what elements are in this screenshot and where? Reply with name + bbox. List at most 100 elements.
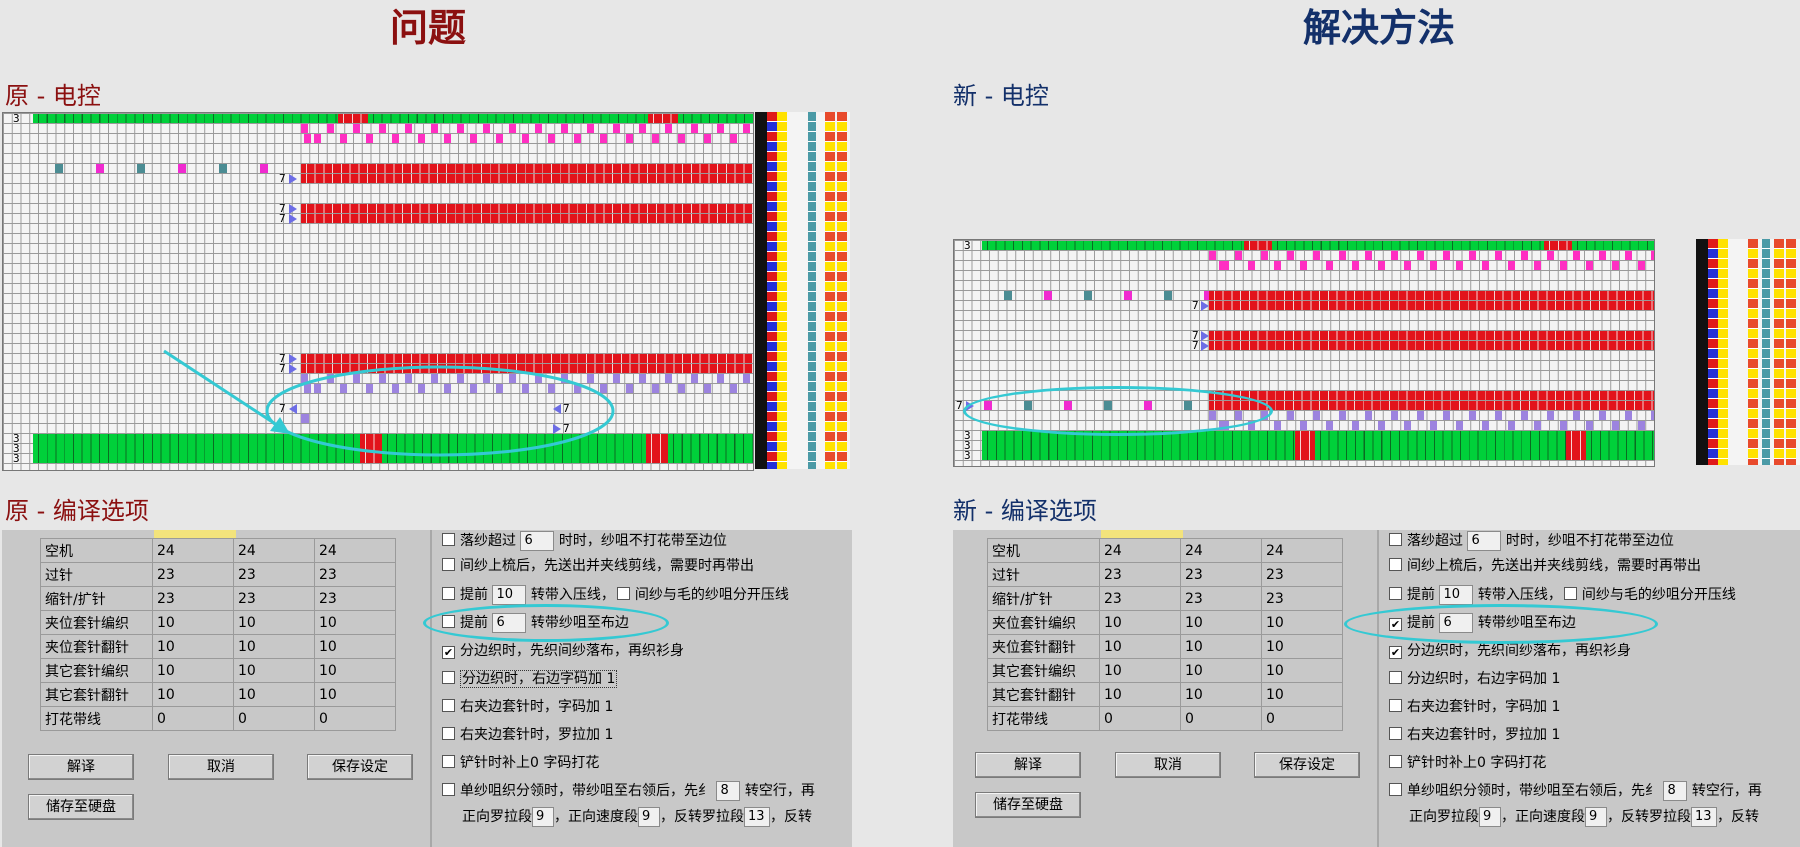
option-input[interactable]: 13 (744, 807, 770, 827)
row-number: 3 (964, 239, 971, 252)
save-settings-button[interactable]: 保存设定 (1254, 752, 1360, 778)
option-input[interactable]: 9 (638, 807, 660, 827)
option-input[interactable]: 9 (1479, 807, 1501, 827)
option-checkbox[interactable]: ✔ (1389, 646, 1402, 659)
option-input[interactable]: 9 (1585, 807, 1607, 827)
compile-button[interactable]: 解译 (975, 752, 1081, 778)
cell-value[interactable]: 23 (314, 562, 396, 587)
cell-value[interactable]: 23 (1261, 562, 1343, 587)
cell-value[interactable]: 10 (314, 682, 396, 707)
option-checkbox[interactable] (442, 558, 455, 571)
option-input[interactable]: 13 (1691, 807, 1717, 827)
cell-value[interactable]: 24 (1099, 538, 1181, 563)
cell-value[interactable]: 10 (1099, 658, 1181, 683)
row-label: 打花带线 (40, 706, 153, 731)
option-label: ，正向速度段 (554, 809, 638, 825)
option-checkbox[interactable] (1563, 587, 1577, 600)
option-input[interactable]: 8 (1663, 781, 1688, 801)
option-checkbox[interactable] (1389, 558, 1402, 571)
cell-value[interactable]: 24 (1261, 538, 1343, 563)
cell-value[interactable]: 24 (1180, 538, 1262, 563)
cell-value[interactable]: 0 (233, 706, 315, 731)
option-checkbox[interactable] (442, 671, 455, 684)
option-label: 正向罗拉段 (1409, 809, 1479, 825)
cell-value[interactable]: 0 (314, 706, 396, 731)
option-input[interactable]: 8 (716, 781, 741, 801)
cancel-button[interactable]: 取消 (1115, 752, 1221, 778)
cell-value[interactable]: 23 (314, 586, 396, 611)
cell-value[interactable]: 0 (1099, 706, 1181, 731)
cell-value[interactable]: 23 (233, 562, 315, 587)
cell-value[interactable]: 23 (152, 586, 234, 611)
option-checkbox[interactable] (1389, 755, 1402, 768)
cell-value[interactable]: 10 (1261, 658, 1343, 683)
option-input[interactable]: 9 (532, 807, 554, 827)
cell-value[interactable]: 0 (1261, 706, 1343, 731)
option-checkbox[interactable] (1389, 699, 1402, 712)
cell-value[interactable]: 0 (152, 706, 234, 731)
cell-value[interactable]: 10 (233, 634, 315, 659)
option-input[interactable]: 6 (1467, 531, 1502, 551)
cell-value[interactable]: 10 (1180, 658, 1262, 683)
cell-value[interactable]: 10 (314, 634, 396, 659)
cancel-button[interactable]: 取消 (168, 754, 274, 780)
cell-value[interactable]: 10 (1099, 634, 1181, 659)
option-checkbox[interactable] (1389, 783, 1402, 796)
cell-value[interactable]: 10 (233, 682, 315, 707)
cell-value[interactable]: 10 (1261, 682, 1343, 707)
cell-value[interactable]: 23 (1099, 562, 1181, 587)
cell-value[interactable]: 23 (1180, 586, 1262, 611)
cell-value[interactable]: 10 (1261, 634, 1343, 659)
option-checkbox[interactable] (442, 699, 455, 712)
cell-value[interactable]: 10 (1180, 682, 1262, 707)
cell-value[interactable]: 23 (1261, 586, 1343, 611)
option-input[interactable]: 6 (520, 531, 555, 551)
cell-value[interactable]: 0 (1180, 706, 1262, 731)
left-options-table: 空机 24 24 24 过针 23 23 23 缩针/扩针 23 23 23 夹位套针编织 10 10 10 夹… (40, 538, 396, 731)
option-checkbox[interactable] (442, 755, 455, 768)
cell-value[interactable]: 10 (152, 610, 234, 635)
cell-value[interactable]: 10 (1099, 610, 1181, 635)
option-checkbox[interactable] (1389, 533, 1402, 546)
cell-value[interactable]: 10 (1180, 634, 1262, 659)
cell-value[interactable]: 24 (152, 538, 234, 563)
option-row: 正向罗拉段 9 ，正向速度段 9 ，反转罗拉段 13 ，反转 (462, 806, 812, 828)
cell-value[interactable]: 10 (152, 658, 234, 683)
cell-value[interactable]: 24 (233, 538, 315, 563)
option-checkbox[interactable] (1389, 727, 1402, 740)
cell-value[interactable]: 10 (1180, 610, 1262, 635)
direction-arrow-icon (289, 204, 297, 214)
cell-value[interactable]: 23 (152, 562, 234, 587)
save-to-disk-button[interactable]: 储存至硬盘 (28, 794, 134, 820)
cell-value[interactable]: 23 (233, 586, 315, 611)
cell-value[interactable]: 10 (233, 658, 315, 683)
right-control-columns[interactable] (1696, 239, 1800, 465)
cell-value[interactable]: 23 (1180, 562, 1262, 587)
cell-value[interactable]: 10 (233, 610, 315, 635)
option-row: 分边织时，右边字码加 1 (442, 668, 618, 690)
cell-value[interactable]: 10 (314, 658, 396, 683)
cell-value[interactable]: 10 (152, 634, 234, 659)
cell-value[interactable]: 10 (1261, 610, 1343, 635)
option-checkbox[interactable] (442, 783, 455, 796)
option-checkbox[interactable] (442, 587, 455, 600)
option-input[interactable]: 10 (1439, 585, 1474, 605)
option-input[interactable]: 10 (492, 585, 527, 605)
left-control-columns[interactable] (755, 112, 850, 469)
option-checkbox[interactable] (1389, 587, 1402, 600)
option-checkbox[interactable] (442, 533, 455, 546)
cell-value[interactable]: 10 (152, 682, 234, 707)
cell-value[interactable]: 10 (314, 610, 396, 635)
save-to-disk-button[interactable]: 储存至硬盘 (975, 792, 1081, 818)
option-checkbox[interactable] (616, 587, 630, 600)
row-label: 空机 (40, 538, 153, 563)
cell-value[interactable]: 23 (1099, 586, 1181, 611)
compile-button[interactable]: 解译 (28, 754, 134, 780)
option-checkbox[interactable]: ✔ (442, 646, 455, 659)
stitch-row (301, 174, 753, 183)
option-checkbox[interactable] (1389, 671, 1402, 684)
option-checkbox[interactable] (442, 727, 455, 740)
cell-value[interactable]: 24 (314, 538, 396, 563)
save-settings-button[interactable]: 保存设定 (307, 754, 413, 780)
cell-value[interactable]: 10 (1099, 682, 1181, 707)
